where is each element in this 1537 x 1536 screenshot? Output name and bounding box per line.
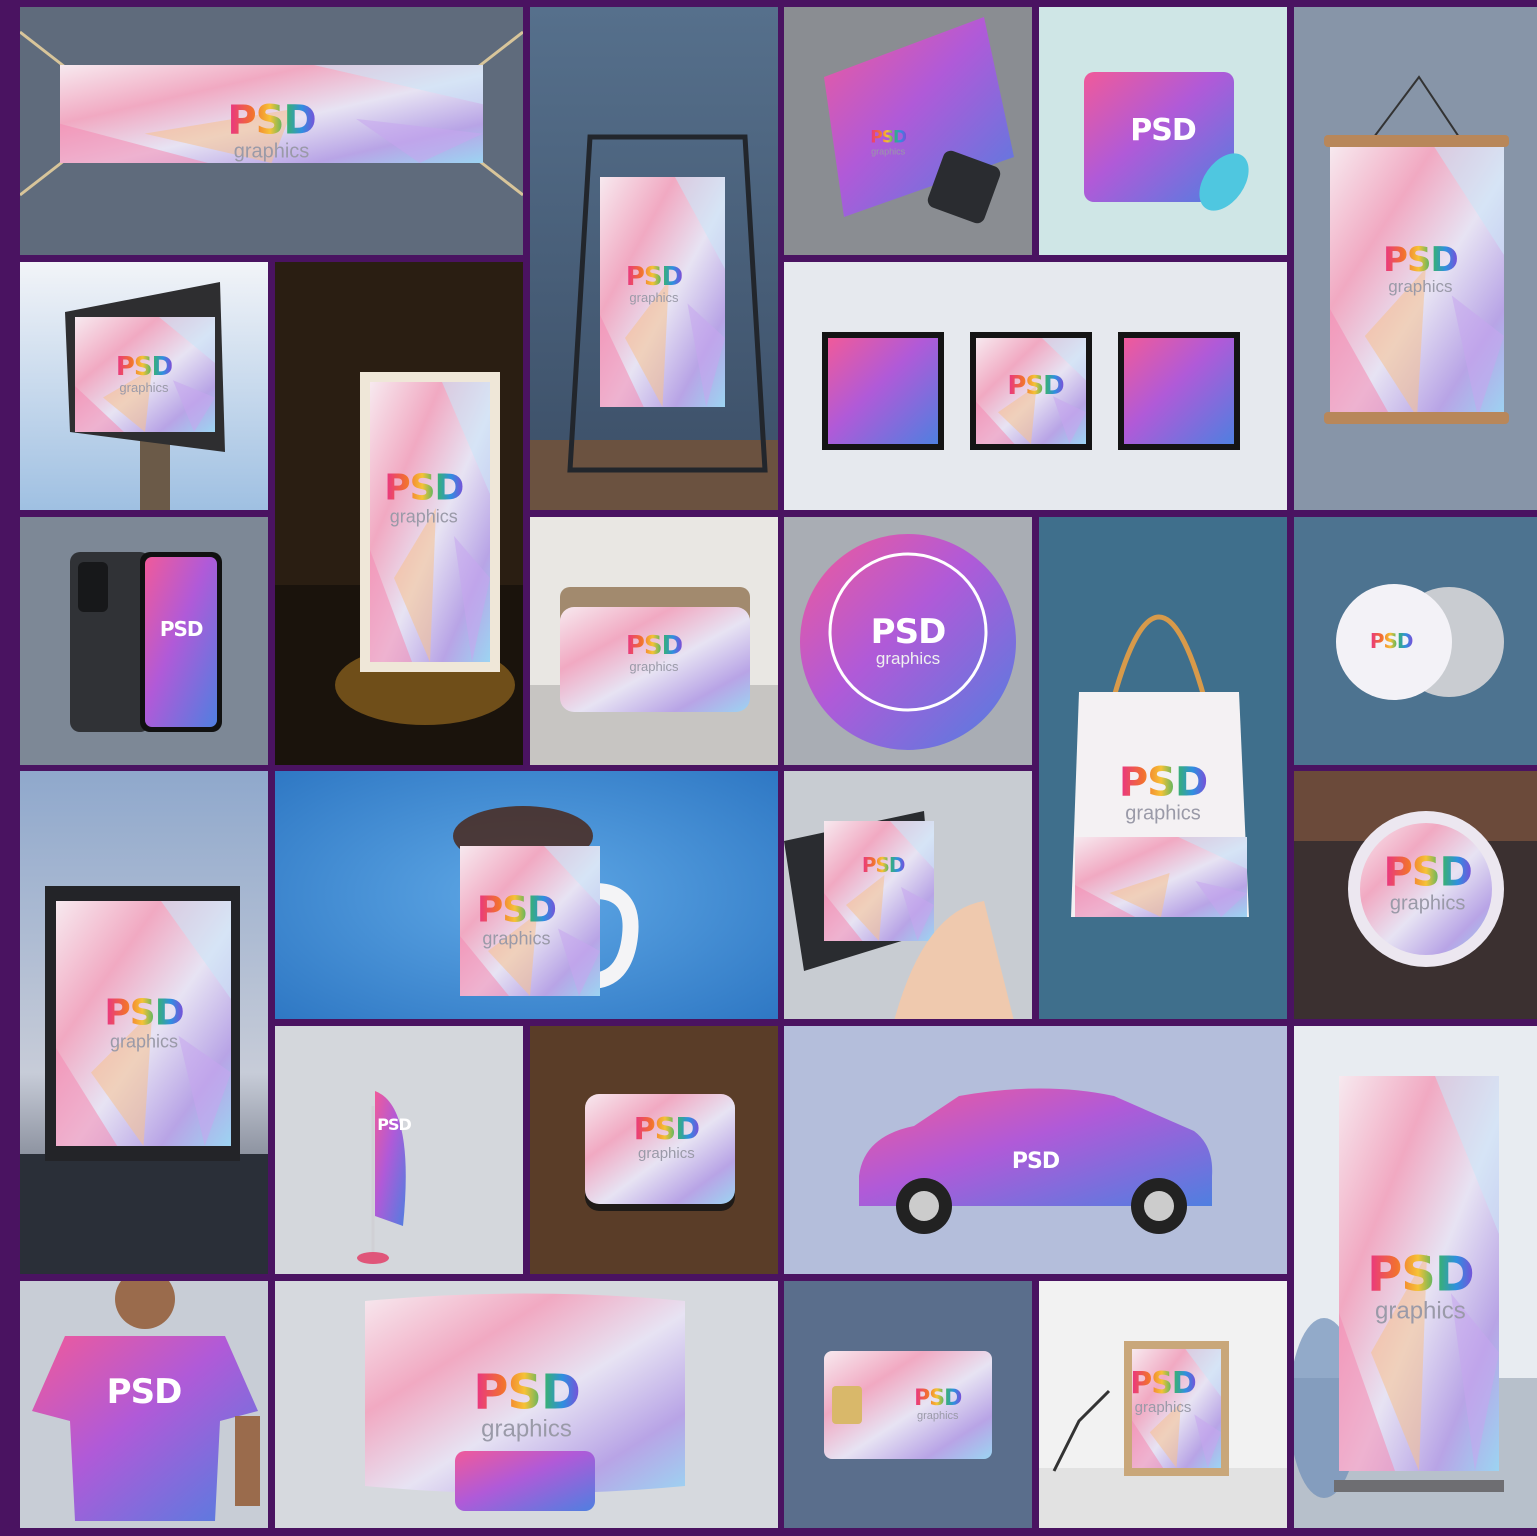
poster-stand-icon (20, 771, 268, 1274)
mockup-tile-wall-scroll-poster: PSDgraphics (1294, 7, 1537, 510)
frame-icon (530, 7, 778, 510)
desk-frame-icon (1039, 1281, 1287, 1528)
rollup-icon (1294, 1026, 1537, 1528)
mockup-tile-three-frames: PSD (784, 262, 1287, 510)
mockup-tile-roll-up-banner: PSDgraphics (1294, 1026, 1537, 1528)
mockup-tile-bus-stop-sign: PSDgraphics (275, 262, 523, 765)
mockup-tile-car-wrap: PSD (784, 1026, 1287, 1274)
scroll-icon (1294, 7, 1537, 510)
mockup-tile-pillow: PSDgraphics (530, 517, 778, 765)
frames-icon (784, 262, 1287, 510)
mockup-tile-billboard: PSDgraphics (20, 262, 268, 510)
booth-icon (275, 1281, 778, 1528)
mockup-tile-vinyl-banner: PSDgraphics (20, 7, 523, 255)
badge-icon (1294, 517, 1537, 765)
mug-icon (275, 771, 778, 1019)
mockup-tile-round-wall-sign: PSDgraphics (1294, 771, 1537, 1019)
car-icon (784, 1026, 1287, 1274)
tshirt-icon (20, 1281, 268, 1528)
mockup-tile-smartphone: PSD (20, 517, 268, 765)
laptop-icon (784, 7, 1032, 255)
mockup-tile-sim-card: PSDgraphics (784, 1281, 1032, 1528)
tote-bag-icon (1039, 517, 1287, 1019)
circle-sign-icon (784, 517, 1032, 765)
mockup-tile-tote-bag: PSDgraphics (1039, 517, 1287, 1019)
mockup-tile-trade-show-booth: PSDgraphics (275, 1281, 778, 1528)
mockup-collage: PSDgraphics PSDgraphics PSDgraphics PSD … (0, 0, 1537, 1536)
mockup-tile-mouse-pad: PSD (1039, 7, 1287, 255)
lightbox-icon (275, 262, 523, 765)
mockup-tile-desk-frame: PSDgraphics (1039, 1281, 1287, 1528)
banner-icon (20, 7, 523, 255)
mockup-tile-t-shirt: PSD (20, 1281, 268, 1528)
mousepad-icon (1039, 7, 1287, 255)
mockup-tile-pin-button: PSD (1294, 517, 1537, 765)
mockup-tile-coaster: PSDgraphics (530, 1026, 778, 1274)
mockup-tile-round-sign: PSD graphics (784, 517, 1032, 765)
simcard-icon (784, 1281, 1032, 1528)
billboard-icon (20, 262, 268, 510)
mockup-tile-laptop-skin: PSDgraphics (784, 7, 1032, 255)
phone-icon (20, 517, 268, 765)
mockup-tile-flyer-in-hand: PSD (784, 771, 1032, 1019)
mockup-tile-mug: PSDgraphics (275, 771, 778, 1019)
flag-icon (275, 1026, 523, 1274)
mockup-tile-outdoor-poster: PSDgraphics (20, 771, 268, 1274)
coaster-icon (530, 1026, 778, 1274)
flyer-icon (784, 771, 1032, 1019)
mockup-tile-feather-flag: PSD (275, 1026, 523, 1274)
pillow-icon (530, 517, 778, 765)
wall-sign-icon (1294, 771, 1537, 1019)
mockup-tile-hanging-frame-poster: PSDgraphics (530, 7, 778, 510)
